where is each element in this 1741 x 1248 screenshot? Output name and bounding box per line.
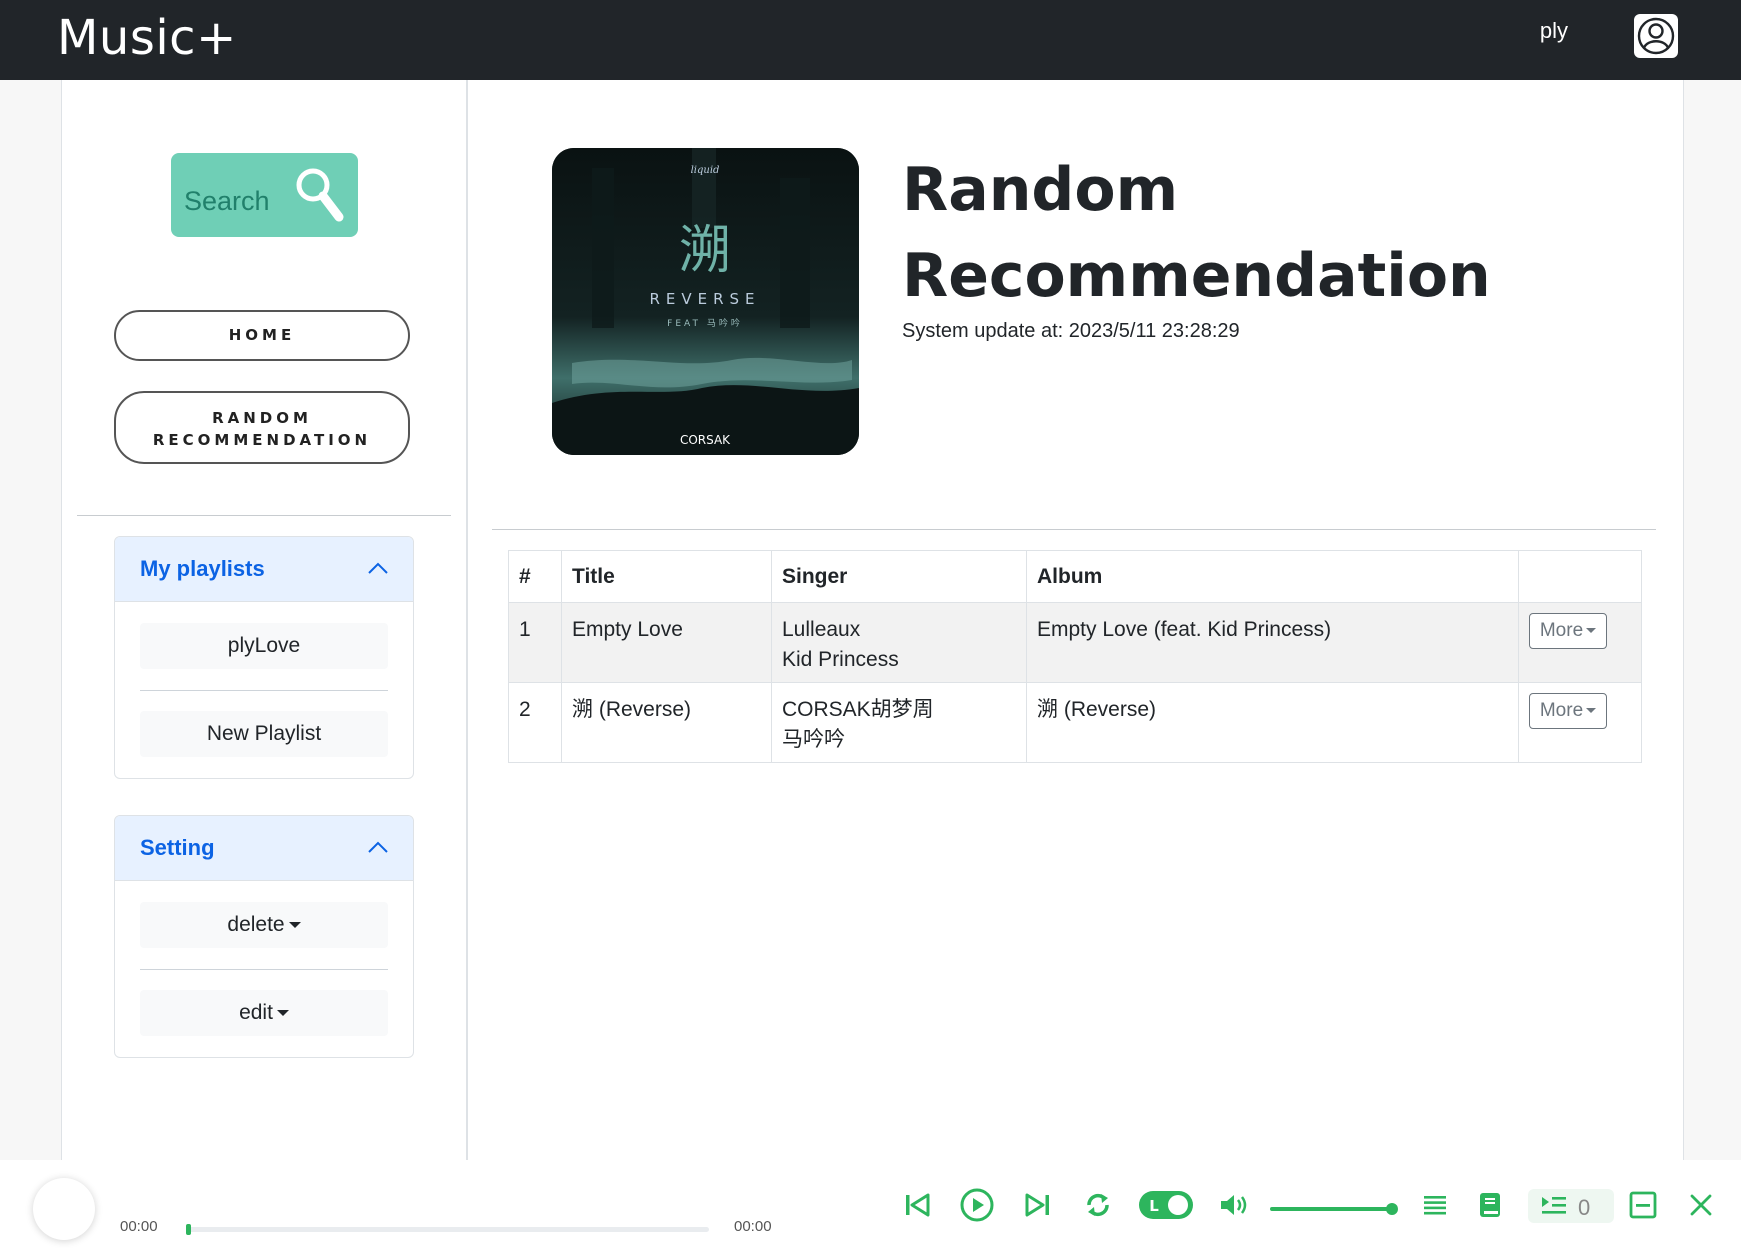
- col-header-title: Title: [561, 550, 772, 603]
- cover-title: REVERSE: [649, 290, 760, 308]
- setting-accordion-header[interactable]: Setting: [115, 816, 413, 881]
- more-label: More: [1539, 700, 1584, 721]
- close-icon[interactable]: [1689, 1193, 1713, 1222]
- nav-random-label-line2: RECOMMENDATION: [152, 431, 372, 449]
- playlist-item[interactable]: New Playlist: [140, 711, 388, 757]
- playlists-title: My playlists: [140, 556, 265, 581]
- caret-down-icon: [276, 1010, 289, 1017]
- nav-random-recommendation-button[interactable]: RANDOM RECOMMENDATION: [114, 391, 410, 464]
- main-frame: Search HOME RANDOM RECOMMENDATION My pla…: [61, 80, 1684, 1160]
- caret-down-icon: [1586, 628, 1597, 634]
- setting-accordion: Setting delete edit: [114, 815, 414, 1058]
- singer-name[interactable]: CORSAK胡梦周: [782, 695, 1016, 725]
- song-title[interactable]: 溯 (Reverse): [561, 682, 772, 763]
- edit-label: edit: [239, 1001, 273, 1024]
- skip-forward-icon[interactable]: [1025, 1192, 1051, 1223]
- table-row[interactable]: 1 Empty Love Lulleaux Kid Princess Empty…: [508, 602, 1642, 683]
- setting-separator: [140, 969, 388, 970]
- edit-dropdown[interactable]: edit: [140, 990, 388, 1036]
- time-total: 00:00: [734, 1218, 772, 1235]
- playlist-item[interactable]: plyLove: [140, 623, 388, 669]
- setting-title: Setting: [140, 835, 215, 860]
- col-header-singer: Singer: [771, 550, 1027, 603]
- search-button[interactable]: Search: [171, 153, 358, 237]
- volume-icon[interactable]: [1218, 1191, 1252, 1224]
- singer-name[interactable]: Kid Princess: [782, 645, 1016, 675]
- playlists-accordion-header[interactable]: My playlists: [115, 537, 413, 602]
- cover-glyph: 溯: [679, 221, 731, 281]
- song-actions: More: [1518, 602, 1642, 683]
- search-icon: [295, 167, 347, 230]
- lyrics-book-icon[interactable]: [1478, 1191, 1502, 1224]
- queue-button[interactable]: [1528, 1189, 1614, 1223]
- top-navbar: Music+ ply: [0, 0, 1741, 80]
- table-header-row: # Title Singer Album: [508, 550, 1642, 603]
- volume-handle[interactable]: [1386, 1203, 1398, 1215]
- sidebar: Search HOME RANDOM RECOMMENDATION My pla…: [62, 80, 468, 1160]
- table-row[interactable]: 2 溯 (Reverse) CORSAK胡梦周 马吟吟 溯 (Reverse) …: [508, 682, 1642, 763]
- progress-handle[interactable]: [186, 1224, 191, 1235]
- volume-slider[interactable]: [1270, 1203, 1398, 1215]
- nav-home-button[interactable]: HOME: [114, 310, 410, 361]
- play-icon[interactable]: [960, 1188, 994, 1227]
- song-album[interactable]: Empty Love (feat. Kid Princess): [1026, 602, 1519, 683]
- mode-toggle-label: L: [1149, 1197, 1159, 1215]
- time-current: 00:00: [120, 1218, 158, 1235]
- queue-icon: [1540, 1194, 1568, 1223]
- album-cover[interactable]: liquid 溯 REVERSE FEAT 马吟吟 CORSAK: [552, 148, 859, 455]
- col-header-number: #: [508, 550, 562, 603]
- caret-down-icon: [1586, 708, 1597, 714]
- singer-name[interactable]: Lulleaux: [782, 615, 1016, 645]
- page-title-line1: Random: [902, 155, 1179, 225]
- player-bar: 00:00 00:00 L 0: [0, 1160, 1741, 1248]
- nav-random-label-line1: RANDOM: [212, 409, 312, 427]
- list-icon[interactable]: [1423, 1193, 1447, 1222]
- chevron-up-icon: [367, 840, 389, 859]
- page-title-line2: Recommendation: [902, 241, 1491, 311]
- content-divider: [492, 529, 1656, 530]
- skip-back-icon[interactable]: [904, 1192, 930, 1223]
- song-singers: CORSAK胡梦周 马吟吟: [771, 682, 1027, 763]
- songs-table: # Title Singer Album 1 Empty Love Lullea…: [508, 550, 1642, 763]
- playlist-separator: [140, 690, 388, 691]
- queue-count: 0: [1578, 1195, 1591, 1220]
- cover-artist: CORSAK: [680, 433, 731, 447]
- song-number: 1: [508, 602, 562, 683]
- col-header-actions: [1518, 550, 1642, 603]
- update-timestamp: System update at: 2023/5/11 23:28:29: [902, 320, 1240, 342]
- content-area: liquid 溯 REVERSE FEAT 马吟吟 CORSAK Random …: [467, 80, 1683, 1160]
- sidebar-divider: [77, 515, 451, 516]
- progress-bar[interactable]: [186, 1224, 709, 1235]
- delete-dropdown[interactable]: delete: [140, 902, 388, 948]
- mode-toggle-icon[interactable]: L: [1138, 1190, 1194, 1225]
- cover-feat: FEAT 马吟吟: [667, 317, 743, 329]
- playlists-accordion: My playlists plyLove New Playlist: [114, 536, 414, 779]
- repeat-icon[interactable]: [1083, 1190, 1113, 1225]
- col-header-album: Album: [1026, 550, 1519, 603]
- delete-label: delete: [227, 913, 285, 936]
- chevron-up-icon: [367, 561, 389, 580]
- app-brand[interactable]: Music+: [57, 10, 237, 66]
- now-playing-disc[interactable]: [33, 1178, 95, 1240]
- song-actions: More: [1518, 682, 1642, 763]
- nav-home-label: HOME: [228, 326, 296, 344]
- singer-name[interactable]: 马吟吟: [782, 725, 1016, 755]
- song-album[interactable]: 溯 (Reverse): [1026, 682, 1519, 763]
- cover-label-top: liquid: [691, 165, 720, 176]
- song-title[interactable]: Empty Love: [561, 602, 772, 683]
- song-number: 2: [508, 682, 562, 763]
- more-dropdown-button[interactable]: More: [1529, 693, 1607, 729]
- song-singers: Lulleaux Kid Princess: [771, 602, 1027, 683]
- search-button-label: Search: [184, 186, 270, 216]
- page-title: Random Recommendation: [902, 147, 1602, 319]
- more-dropdown-button[interactable]: More: [1529, 613, 1607, 649]
- user-name[interactable]: ply: [1540, 18, 1568, 44]
- user-avatar-icon[interactable]: [1634, 14, 1678, 58]
- minimize-icon[interactable]: [1629, 1191, 1657, 1224]
- more-label: More: [1539, 620, 1584, 641]
- caret-down-icon: [288, 922, 301, 929]
